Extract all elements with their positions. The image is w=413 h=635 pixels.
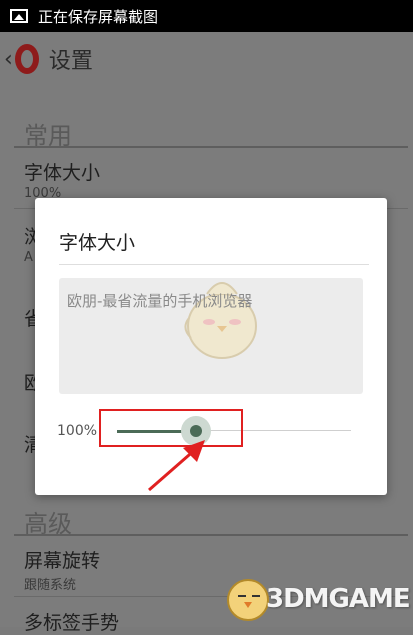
setting-browser-value: A (24, 250, 33, 265)
watermark-text: 3DMGAME (266, 584, 411, 614)
font-preview-box: 欧朋-最省流量的手机浏览器 (59, 278, 363, 394)
setting-rotation-value: 跟随系统 (24, 578, 77, 593)
status-bar: 正在保存屏幕截图 (0, 0, 413, 32)
setting-tab-gesture-title[interactable]: 多标签手势 (24, 608, 119, 635)
chevron-left-icon[interactable]: ‹ (4, 47, 13, 72)
section-divider (14, 146, 408, 148)
mascot-bird-icon (184, 282, 257, 359)
watermark: 3DMGAME (222, 570, 412, 624)
setting-rotation-title[interactable]: 屏幕旋转 (24, 546, 100, 573)
page-title: 设置 (48, 49, 93, 74)
action-bar: ‹ 设置 (0, 32, 413, 86)
font-size-dialog: 字体大小 欧朋-最省流量的手机浏览器 100% (35, 198, 387, 495)
dialog-title: 字体大小 (59, 232, 136, 254)
zoom-percent-label: 100% (57, 423, 98, 439)
image-icon (10, 9, 28, 23)
setting-font-size-title[interactable]: 字体大小 (24, 158, 100, 185)
section-divider (14, 534, 408, 536)
dialog-divider (59, 264, 369, 265)
annotation-arrow-icon (148, 440, 205, 492)
status-text: 正在保存屏幕截图 (38, 7, 159, 26)
opera-logo[interactable] (14, 44, 39, 74)
preview-text: 欧朋-最省流量的手机浏览器 (67, 292, 253, 310)
